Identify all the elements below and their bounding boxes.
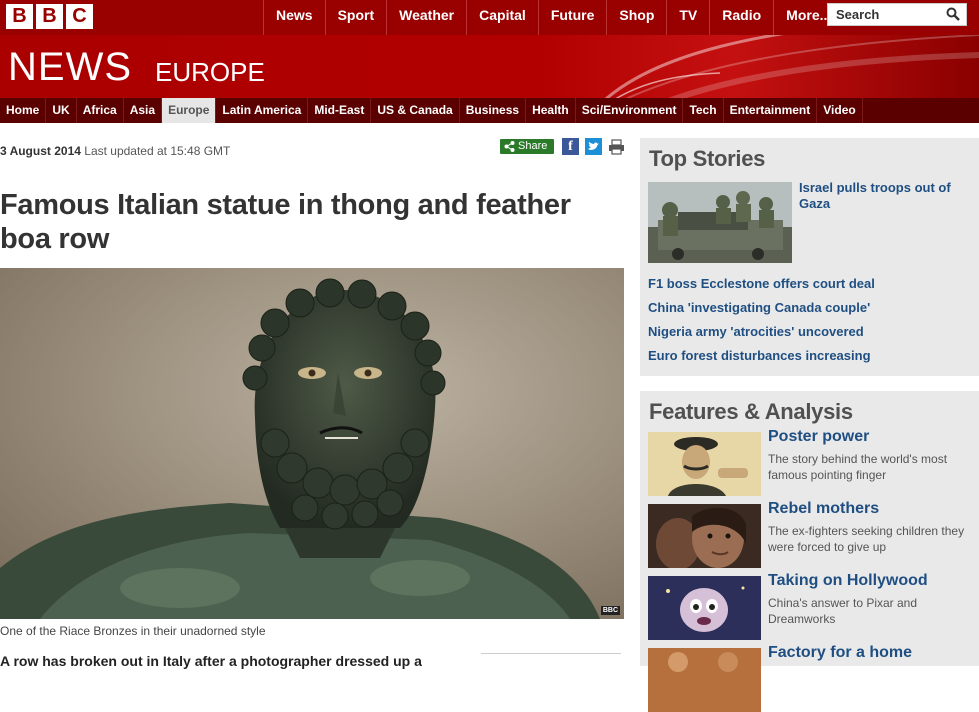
top-story-link[interactable]: China 'investigating Canada couple' — [648, 300, 875, 324]
article-headline: Famous Italian statue in thong and feath… — [0, 189, 571, 255]
nav-capital[interactable]: Capital — [466, 0, 538, 35]
hero-image: BBC — [0, 268, 624, 619]
top-story-link[interactable]: Nigeria army 'atrocities' uncovered — [648, 324, 875, 348]
secnav-uk[interactable]: UK — [46, 98, 77, 123]
divider — [481, 653, 621, 654]
bbc-logo[interactable]: B B C — [6, 4, 93, 29]
search-icon[interactable] — [946, 7, 960, 21]
feature-thumbnail[interactable] — [648, 576, 761, 640]
feature-item[interactable]: Rebel mothers The ex-fighters seeking ch… — [648, 500, 973, 568]
nav-sport[interactable]: Sport — [324, 0, 387, 35]
news-wordmark[interactable]: NEWS — [8, 45, 132, 90]
article-updated: Last updated at 15:48 GMT — [84, 144, 231, 158]
poster-image — [648, 432, 761, 496]
secnav-entertainment[interactable]: Entertainment — [724, 98, 818, 123]
print-icon[interactable] — [608, 138, 625, 155]
top-story-image[interactable] — [648, 182, 792, 263]
top-story-link[interactable]: F1 boss Ecclestone offers court deal — [648, 276, 875, 300]
masthead: NEWS EUROPE — [0, 35, 979, 98]
nav-radio[interactable]: Radio — [709, 0, 773, 35]
share-icon — [504, 141, 515, 152]
nav-weather[interactable]: Weather — [386, 0, 466, 35]
bbc-logo-letter: B — [6, 4, 33, 29]
secnav-latin-america[interactable]: Latin America — [216, 98, 309, 123]
secnav-europe[interactable]: Europe — [162, 98, 217, 123]
top-stories-list: F1 boss Ecclestone offers court deal Chi… — [648, 276, 875, 372]
feature-description: China's answer to Pixar and Dreamworks — [768, 596, 918, 626]
section-title: EUROPE — [155, 57, 265, 87]
feature-item[interactable]: Poster power The story behind the world'… — [648, 428, 973, 496]
share-label: Share — [518, 140, 548, 152]
feature-description: The story behind the world's most famous… — [768, 452, 948, 482]
secnav-sci-environment[interactable]: Sci/Environment — [576, 98, 684, 123]
secnav-business[interactable]: Business — [460, 98, 527, 123]
nav-shop[interactable]: Shop — [606, 0, 666, 35]
feature-title[interactable]: Taking on Hollywood — [768, 572, 928, 590]
article-date: 3 August 2014 — [0, 144, 81, 158]
feature-description: The ex-fighters seeking children they we… — [768, 524, 965, 554]
feature-title[interactable]: Poster power — [768, 428, 869, 446]
top-bar: B B C News Sport Weather Capital Future … — [0, 0, 979, 35]
feature-item[interactable]: Factory for a home — [648, 644, 973, 712]
article-meta: 3 August 2014 Last updated at 15:48 GMT — [0, 144, 230, 158]
facebook-icon[interactable]: f — [562, 138, 579, 155]
bbc-logo-letter: B — [36, 4, 63, 29]
section-nav: Home UK Africa Asia Europe Latin America… — [0, 98, 979, 123]
secnav-asia[interactable]: Asia — [124, 98, 163, 123]
feature-thumbnail[interactable] — [648, 648, 761, 712]
feature-thumbnail[interactable] — [648, 504, 761, 568]
statue-illustration — [0, 268, 624, 619]
feature-thumbnail[interactable] — [648, 432, 761, 496]
search-input[interactable] — [828, 4, 938, 25]
bbc-logo-letter: C — [66, 4, 93, 29]
factory-image — [648, 648, 761, 712]
features-heading: Features & Analysis — [649, 399, 853, 424]
masthead-swoosh — [604, 35, 979, 98]
secnav-home[interactable]: Home — [0, 98, 47, 123]
top-stories-panel: Top Stories Israel pulls troops out of G… — [640, 138, 979, 376]
nav-tv[interactable]: TV — [666, 0, 709, 35]
mother-image — [648, 504, 761, 568]
secnav-africa[interactable]: Africa — [77, 98, 124, 123]
article-lead: A row has broken out in Italy after a ph… — [0, 653, 422, 669]
features-panel: Features & Analysis Poster power The sto… — [640, 391, 979, 712]
top-story-link[interactable]: Euro forest disturbances increasing — [648, 348, 875, 372]
secnav-us-canada[interactable]: US & Canada — [371, 98, 460, 123]
secnav-tech[interactable]: Tech — [683, 98, 724, 123]
feature-title[interactable]: Factory for a home — [768, 644, 912, 662]
secnav-health[interactable]: Health — [526, 98, 576, 123]
nav-news[interactable]: News — [263, 0, 325, 35]
nav-future[interactable]: Future — [537, 0, 607, 35]
share-button[interactable]: Share — [500, 139, 554, 154]
global-nav: News Sport Weather Capital Future Shop T… — [263, 0, 843, 35]
secnav-mid-east[interactable]: Mid-East — [308, 98, 372, 123]
feature-item[interactable]: Taking on Hollywood China's answer to Pi… — [648, 572, 973, 640]
secnav-video[interactable]: Video — [817, 98, 863, 123]
top-stories-heading: Top Stories — [649, 146, 766, 171]
soldiers-image — [648, 182, 792, 263]
image-bbc-tag: BBC — [600, 606, 620, 615]
search-box — [827, 3, 967, 26]
image-caption: One of the Riace Bronzes in their unador… — [0, 624, 266, 638]
animation-image — [648, 576, 761, 640]
twitter-icon[interactable] — [585, 138, 602, 155]
feature-title[interactable]: Rebel mothers — [768, 500, 879, 518]
top-story-main-link[interactable]: Israel pulls troops out of Gaza — [799, 180, 959, 212]
